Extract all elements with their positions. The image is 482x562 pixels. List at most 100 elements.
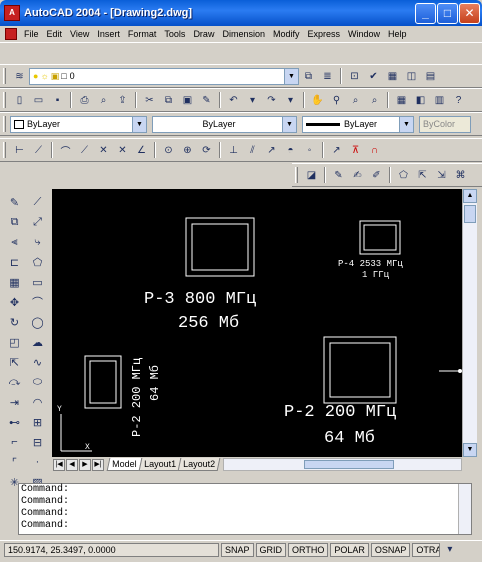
- point-icon[interactable]: ·: [29, 453, 47, 471]
- match-properties-icon[interactable]: ✔: [365, 68, 382, 85]
- osnap-button[interactable]: OSNAP: [370, 542, 411, 557]
- modify-mline-icon[interactable]: ⌘: [452, 167, 469, 184]
- undo-dropdown-icon[interactable]: ▾: [244, 92, 261, 109]
- drawing-canvas[interactable]: P-3 800 МГц 256 Мб P-4 2533 МГц 1 ГГц P-…: [52, 189, 462, 457]
- trim-icon[interactable]: ⤼: [6, 373, 24, 391]
- rectangle-icon[interactable]: ▭: [29, 273, 47, 291]
- undo-icon[interactable]: ↶: [225, 92, 242, 109]
- maximize-button[interactable]: □: [437, 3, 458, 24]
- computer-p2-outer[interactable]: [323, 336, 397, 404]
- polygon-icon[interactable]: ⬠: [29, 253, 47, 271]
- modify-spline-icon[interactable]: ⇲: [433, 167, 450, 184]
- scroll-up-icon[interactable]: ▲: [463, 189, 477, 203]
- edit-text-icon[interactable]: ✎: [330, 167, 347, 184]
- first-tab-icon[interactable]: |◀: [53, 458, 65, 471]
- tab-layout2[interactable]: Layout2: [177, 458, 220, 471]
- document-icon[interactable]: [5, 28, 17, 40]
- polar-button[interactable]: POLAR: [330, 542, 369, 557]
- toolpalette-icon[interactable]: ▥: [431, 92, 448, 109]
- linear-dim-icon[interactable]: ⊢: [11, 142, 28, 159]
- plot-icon[interactable]: ⎙: [76, 92, 93, 109]
- designcenter-icon[interactable]: ◧: [412, 92, 429, 109]
- menu-format[interactable]: Format: [124, 29, 161, 39]
- layer-manager-icon[interactable]: ≋: [11, 68, 28, 85]
- publish-icon[interactable]: ⇪: [114, 92, 131, 109]
- chamfer-icon[interactable]: ⌐: [6, 433, 24, 451]
- construction-line-icon[interactable]: ⤢: [29, 213, 47, 231]
- help-icon[interactable]: ?: [450, 92, 467, 109]
- prev-tab-icon[interactable]: ◀: [66, 458, 78, 471]
- grid-button[interactable]: GRID: [255, 542, 287, 557]
- zoom-window-icon[interactable]: ⌕: [347, 92, 364, 109]
- chevron-down-icon[interactable]: ▼: [399, 116, 413, 132]
- make-layer-current-icon[interactable]: ⧉: [300, 68, 317, 85]
- ortho-button[interactable]: ORTHO: [288, 542, 329, 557]
- attribute-edit-icon[interactable]: ✍: [349, 167, 366, 184]
- array-icon[interactable]: ▦: [6, 273, 24, 291]
- horizontal-scrollbar[interactable]: [222, 458, 462, 471]
- tolerance-icon[interactable]: ⟳: [198, 142, 215, 159]
- spline-icon[interactable]: ∿: [29, 353, 47, 371]
- dim-override-icon[interactable]: ∩: [366, 142, 383, 159]
- tab-layout1[interactable]: Layout1: [138, 458, 181, 471]
- leader-icon[interactable]: ↗: [263, 142, 280, 159]
- lineweight-combo[interactable]: ByLayer ▼: [302, 115, 414, 133]
- menu-file[interactable]: File: [20, 29, 43, 39]
- bring-to-front-icon[interactable]: ◪: [303, 167, 320, 184]
- toolbar-grip[interactable]: [3, 92, 6, 108]
- circle-icon[interactable]: ◯: [29, 313, 47, 331]
- dim-style-icon[interactable]: ⊼: [347, 142, 364, 159]
- menu-window[interactable]: Window: [344, 29, 384, 39]
- menu-express[interactable]: Express: [304, 29, 345, 39]
- properties-icon[interactable]: ▦: [384, 68, 401, 85]
- angular-dim-icon[interactable]: ∠: [133, 142, 150, 159]
- extend-icon[interactable]: ⇥: [6, 393, 24, 411]
- modify-hatch-icon[interactable]: ⬠: [395, 167, 412, 184]
- ellipse-arc-icon[interactable]: ◠: [29, 393, 47, 411]
- insert-block-icon[interactable]: ⊞: [29, 413, 47, 431]
- coordinate-display[interactable]: 150.9174, 25.3497, 0.0000: [4, 542, 219, 557]
- dim-update-icon[interactable]: ↗: [328, 142, 345, 159]
- tool-palettes-icon[interactable]: ▤: [422, 68, 439, 85]
- ucs-icon[interactable]: ⊡: [346, 68, 363, 85]
- computer-p4-outer[interactable]: [359, 220, 401, 255]
- snap-button[interactable]: SNAP: [221, 542, 254, 557]
- redo-icon[interactable]: ↷: [263, 92, 280, 109]
- block-edit-icon[interactable]: ✐: [368, 167, 385, 184]
- break-icon[interactable]: ⊷: [6, 413, 24, 431]
- match-brush-icon[interactable]: ✎: [198, 92, 215, 109]
- chevron-down-icon[interactable]: ▼: [284, 68, 298, 84]
- copy-icon[interactable]: ⧉: [160, 92, 177, 109]
- next-tab-icon[interactable]: ▶: [79, 458, 91, 471]
- menu-modify[interactable]: Modify: [269, 29, 304, 39]
- baseline-dim-icon[interactable]: ⊥: [225, 142, 242, 159]
- cut-icon[interactable]: ✂: [141, 92, 158, 109]
- radius-dim-icon[interactable]: ✕: [95, 142, 112, 159]
- autocad-app-icon[interactable]: A: [4, 5, 20, 21]
- line-icon[interactable]: ⟋: [29, 193, 47, 211]
- redo-dropdown-icon[interactable]: ▾: [282, 92, 299, 109]
- dim-text-icon[interactable]: ◦: [301, 142, 318, 159]
- tab-model[interactable]: Model: [106, 458, 142, 471]
- chevron-down-icon[interactable]: ▼: [132, 116, 146, 132]
- minimize-button[interactable]: _: [415, 3, 436, 24]
- command-prompt[interactable]: Command:: [19, 520, 471, 532]
- menu-view[interactable]: View: [66, 29, 93, 39]
- menu-edit[interactable]: Edit: [43, 29, 67, 39]
- revision-cloud-icon[interactable]: ☁: [29, 333, 47, 351]
- vertical-scroll-thumb[interactable]: [464, 205, 476, 223]
- close-button[interactable]: ✕: [459, 3, 480, 24]
- scroll-down-icon[interactable]: ▼: [463, 443, 477, 457]
- design-center-icon[interactable]: ◫: [403, 68, 420, 85]
- fillet-icon[interactable]: ⌜: [6, 453, 24, 471]
- command-window[interactable]: Command: Command: Command: Command:: [18, 483, 472, 535]
- color-combo[interactable]: ByLayer ▼: [10, 115, 147, 133]
- menu-dimension[interactable]: Dimension: [218, 29, 269, 39]
- menu-tools[interactable]: Tools: [160, 29, 189, 39]
- erase-icon[interactable]: ✎: [6, 193, 24, 211]
- polyline-icon[interactable]: ⤷: [29, 233, 47, 251]
- zoom-realtime-icon[interactable]: ⚲: [328, 92, 345, 109]
- continue-dim-icon[interactable]: ⫽: [244, 142, 261, 159]
- move-icon[interactable]: ✥: [6, 293, 24, 311]
- rotate-icon[interactable]: ↻: [6, 313, 24, 331]
